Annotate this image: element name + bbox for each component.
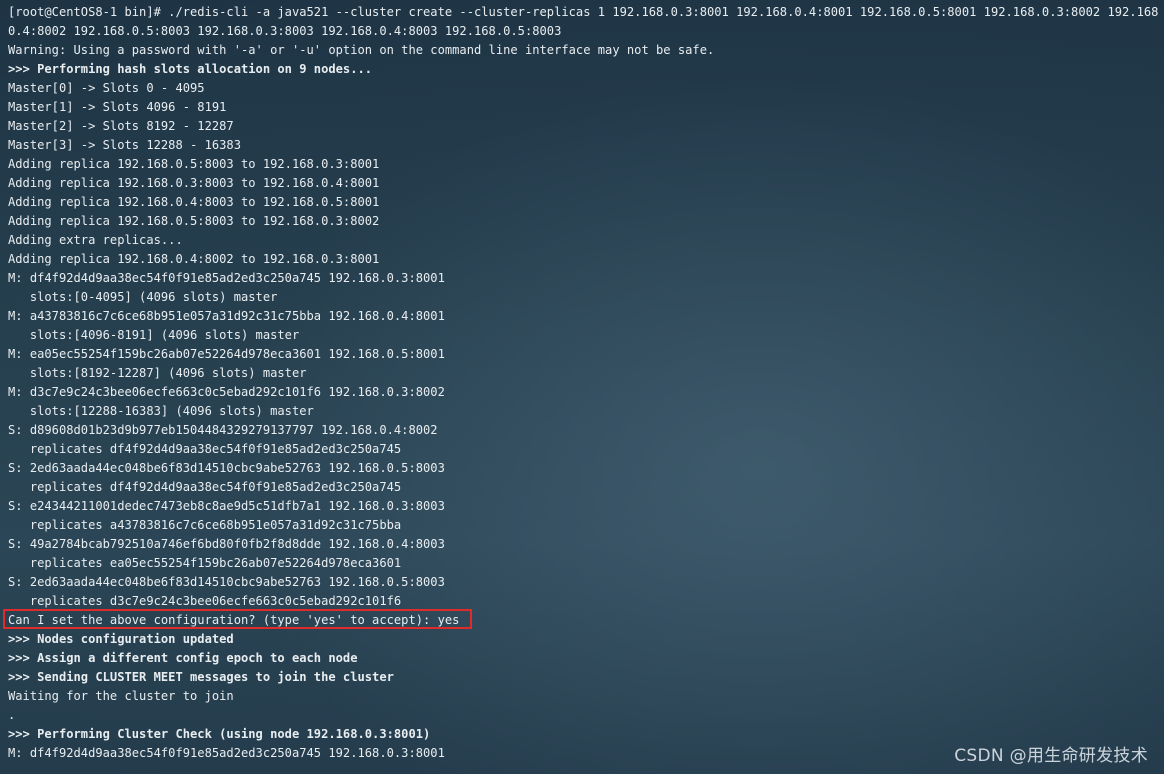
- terminal-line: S: 2ed63aada44ec048be6f83d14510cbc9abe52…: [8, 575, 445, 589]
- terminal-line: .: [8, 708, 16, 722]
- terminal-line: Adding replica 192.168.0.5:8003 to 192.1…: [8, 214, 380, 228]
- terminal-line: Master[2] -> Slots 8192 - 12287: [8, 119, 234, 133]
- terminal-output[interactable]: [root@CentOS8-1 bin]# ./redis-cli -a jav…: [8, 3, 1160, 763]
- terminal-line: Master[0] -> Slots 0 - 4095: [8, 81, 205, 95]
- terminal-line: slots:[12288-16383] (4096 slots) master: [8, 404, 314, 418]
- terminal-line: M: df4f92d4d9aa38ec54f0f91e85ad2ed3c250a…: [8, 271, 445, 285]
- terminal-line: replicates d3c7e9c24c3bee06ecfe663c0c5eb…: [8, 594, 402, 608]
- terminal-line: Master[3] -> Slots 12288 - 16383: [8, 138, 241, 152]
- terminal-line: >>> Nodes configuration updated: [8, 632, 234, 646]
- terminal-line: Adding replica 192.168.0.3:8003 to 192.1…: [8, 176, 380, 190]
- terminal-line: Master[1] -> Slots 4096 - 8191: [8, 100, 227, 114]
- terminal-line: >>> Assign a different config epoch to e…: [8, 651, 358, 665]
- terminal-line: replicates a43783816c7c6ce68b951e057a31d…: [8, 518, 402, 532]
- terminal-line: Adding replica 192.168.0.4:8002 to 192.1…: [8, 252, 380, 266]
- terminal-line: replicates df4f92d4d9aa38ec54f0f91e85ad2…: [8, 442, 402, 456]
- terminal-line: Adding replica 192.168.0.4:8003 to 192.1…: [8, 195, 380, 209]
- terminal-line: M: a43783816c7c6ce68b951e057a31d92c31c75…: [8, 309, 445, 323]
- terminal-line: Adding extra replicas...: [8, 233, 183, 247]
- terminal-line: replicates ea05ec55254f159bc26ab07e52264…: [8, 556, 402, 570]
- terminal-line: slots:[0-4095] (4096 slots) master: [8, 290, 278, 304]
- terminal-line: M: ea05ec55254f159bc26ab07e52264d978eca3…: [8, 347, 445, 361]
- terminal-line: S: 2ed63aada44ec048be6f83d14510cbc9abe52…: [8, 461, 445, 475]
- terminal-line: S: d89608d01b23d9b977eb15044843292791377…: [8, 423, 438, 437]
- terminal-line: [root@CentOS8-1 bin]# ./redis-cli -a jav…: [8, 5, 1160, 19]
- terminal-line: M: d3c7e9c24c3bee06ecfe663c0c5ebad292c10…: [8, 385, 445, 399]
- terminal-line: >>> Sending CLUSTER MEET messages to joi…: [8, 670, 394, 684]
- watermark: CSDN @用生命研发技术: [954, 746, 1148, 766]
- terminal-line: S: e24344211001dedec7473eb8c8ae9d5c51dfb…: [8, 499, 445, 513]
- terminal-line: slots:[4096-8191] (4096 slots) master: [8, 328, 300, 342]
- terminal-line: 0.4:8002 192.168.0.5:8003 192.168.0.3:80…: [8, 24, 562, 38]
- terminal-line: >>> Performing hash slots allocation on …: [8, 62, 373, 76]
- terminal-line: slots:[8192-12287] (4096 slots) master: [8, 366, 307, 380]
- confirmation-prompt-line: Can I set the above configuration? (type…: [8, 613, 460, 627]
- terminal-line: Warning: Using a password with '-a' or '…: [8, 43, 715, 57]
- terminal-line: Waiting for the cluster to join: [8, 689, 234, 703]
- terminal-line: replicates df4f92d4d9aa38ec54f0f91e85ad2…: [8, 480, 402, 494]
- terminal-line: Adding replica 192.168.0.5:8003 to 192.1…: [8, 157, 380, 171]
- terminal-line: S: 49a2784bcab792510a746ef6bd80f0fb2f8d8…: [8, 537, 445, 551]
